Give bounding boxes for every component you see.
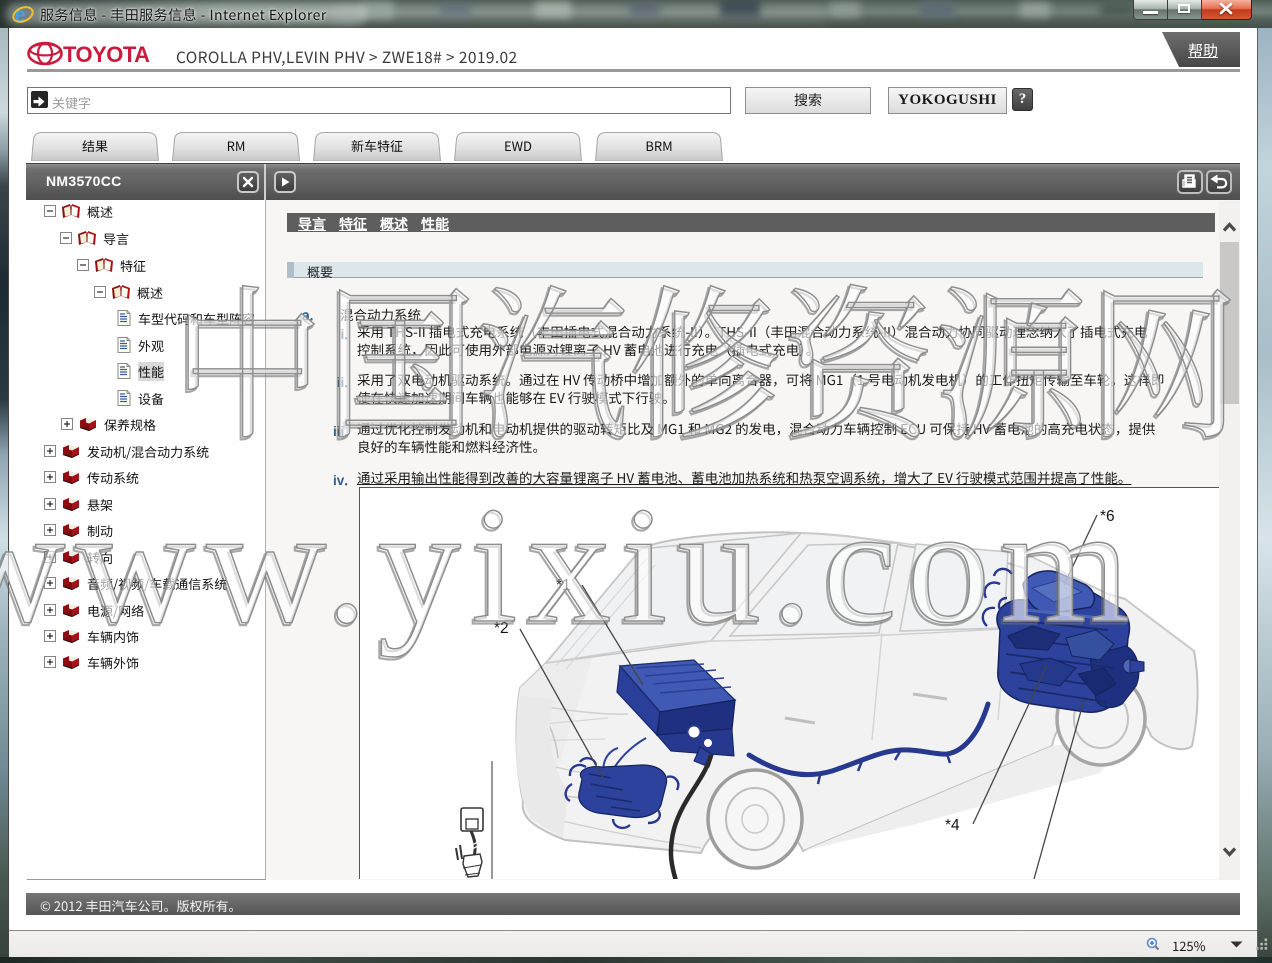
- svg-text:BRM: BRM: [645, 136, 672, 155]
- svg-text:*1: *1: [556, 577, 571, 594]
- svg-text:新车特征: 新车特征: [351, 136, 403, 155]
- svg-text:TOYOTA: TOYOTA: [63, 42, 150, 67]
- svg-text:EWD: EWD: [504, 136, 532, 155]
- svg-text:RM: RM: [227, 136, 246, 155]
- svg-text:*2: *2: [494, 620, 509, 637]
- svg-text:结果: 结果: [82, 136, 108, 155]
- svg-text:*4: *4: [945, 817, 960, 834]
- svg-text:*6: *6: [1100, 508, 1115, 525]
